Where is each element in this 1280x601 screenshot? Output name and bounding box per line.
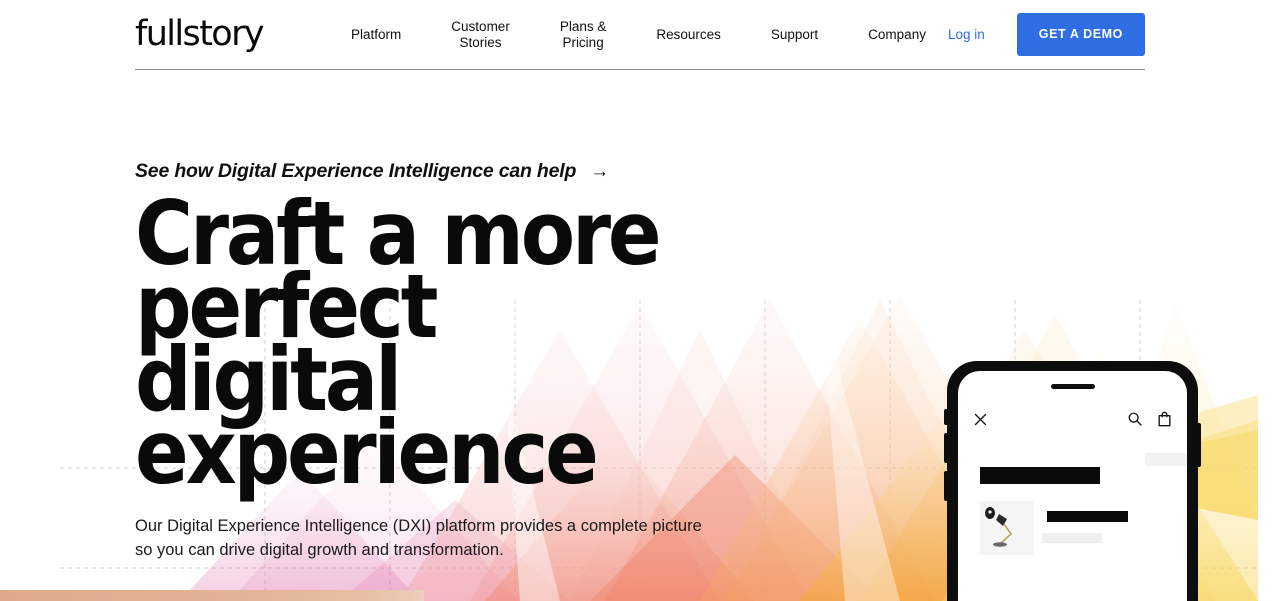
login-link[interactable]: Log in — [948, 27, 985, 42]
nav-item-platform[interactable]: Platform — [351, 27, 401, 43]
landing-page: fullstory Platform Customer Stories Plan… — [0, 0, 1280, 601]
phone-placeholder-heading-bar — [980, 467, 1100, 484]
site-header: fullstory Platform Customer Stories Plan… — [0, 0, 1280, 70]
phone-app-topbar — [958, 407, 1187, 431]
nav-item-support[interactable]: Support — [771, 27, 818, 43]
nav-item-customer-stories[interactable]: Customer Stories — [451, 19, 510, 51]
get-a-demo-button[interactable]: GET A DEMO — [1016, 13, 1145, 56]
phone-screen — [958, 371, 1187, 601]
hero-section: See how Digital Experience Intelligence … — [135, 160, 835, 601]
hero-subcopy: Our Digital Experience Intelligence (DXI… — [135, 517, 702, 559]
phone-speaker-notch — [1050, 384, 1095, 389]
shopping-bag-icon[interactable] — [1157, 411, 1172, 427]
hero-eyebrow-text: See how Digital Experience Intelligence … — [135, 160, 577, 182]
header-actions: Log in GET A DEMO — [948, 13, 1145, 56]
header-inner: fullstory Platform Customer Stories Plan… — [135, 0, 1145, 70]
close-x-icon[interactable] — [973, 412, 988, 427]
phone-volume-button-mute — [944, 409, 947, 425]
phone-volume-up-button — [944, 433, 947, 463]
phone-volume-down-button — [944, 471, 947, 501]
nav-item-resources[interactable]: Resources — [656, 27, 721, 43]
main-navigation: Platform Customer Stories Plans & Pricin… — [351, 19, 948, 51]
phone-power-button — [1198, 423, 1201, 467]
phone-product-thumbnail[interactable] — [980, 501, 1034, 555]
nav-item-plans-pricing[interactable]: Plans & Pricing — [560, 19, 607, 51]
search-magnifier-icon[interactable] — [1127, 411, 1143, 427]
nav-item-company[interactable]: Company — [868, 27, 926, 43]
fullstory-logo[interactable]: fullstory — [135, 17, 265, 52]
phone-mockup — [944, 361, 1201, 601]
phone-placeholder-line-dark — [1047, 511, 1128, 522]
hero-eyebrow-link[interactable]: See how Digital Experience Intelligence … — [135, 160, 835, 183]
phone-placeholder-line-light — [1042, 533, 1102, 543]
phone-placeholder-ghost-chip — [1145, 453, 1187, 466]
arrow-right-icon: → — [590, 161, 610, 182]
page-title: Craft a more perfect digital experience — [135, 182, 662, 505]
desk-lamp-illustration — [985, 507, 1012, 547]
